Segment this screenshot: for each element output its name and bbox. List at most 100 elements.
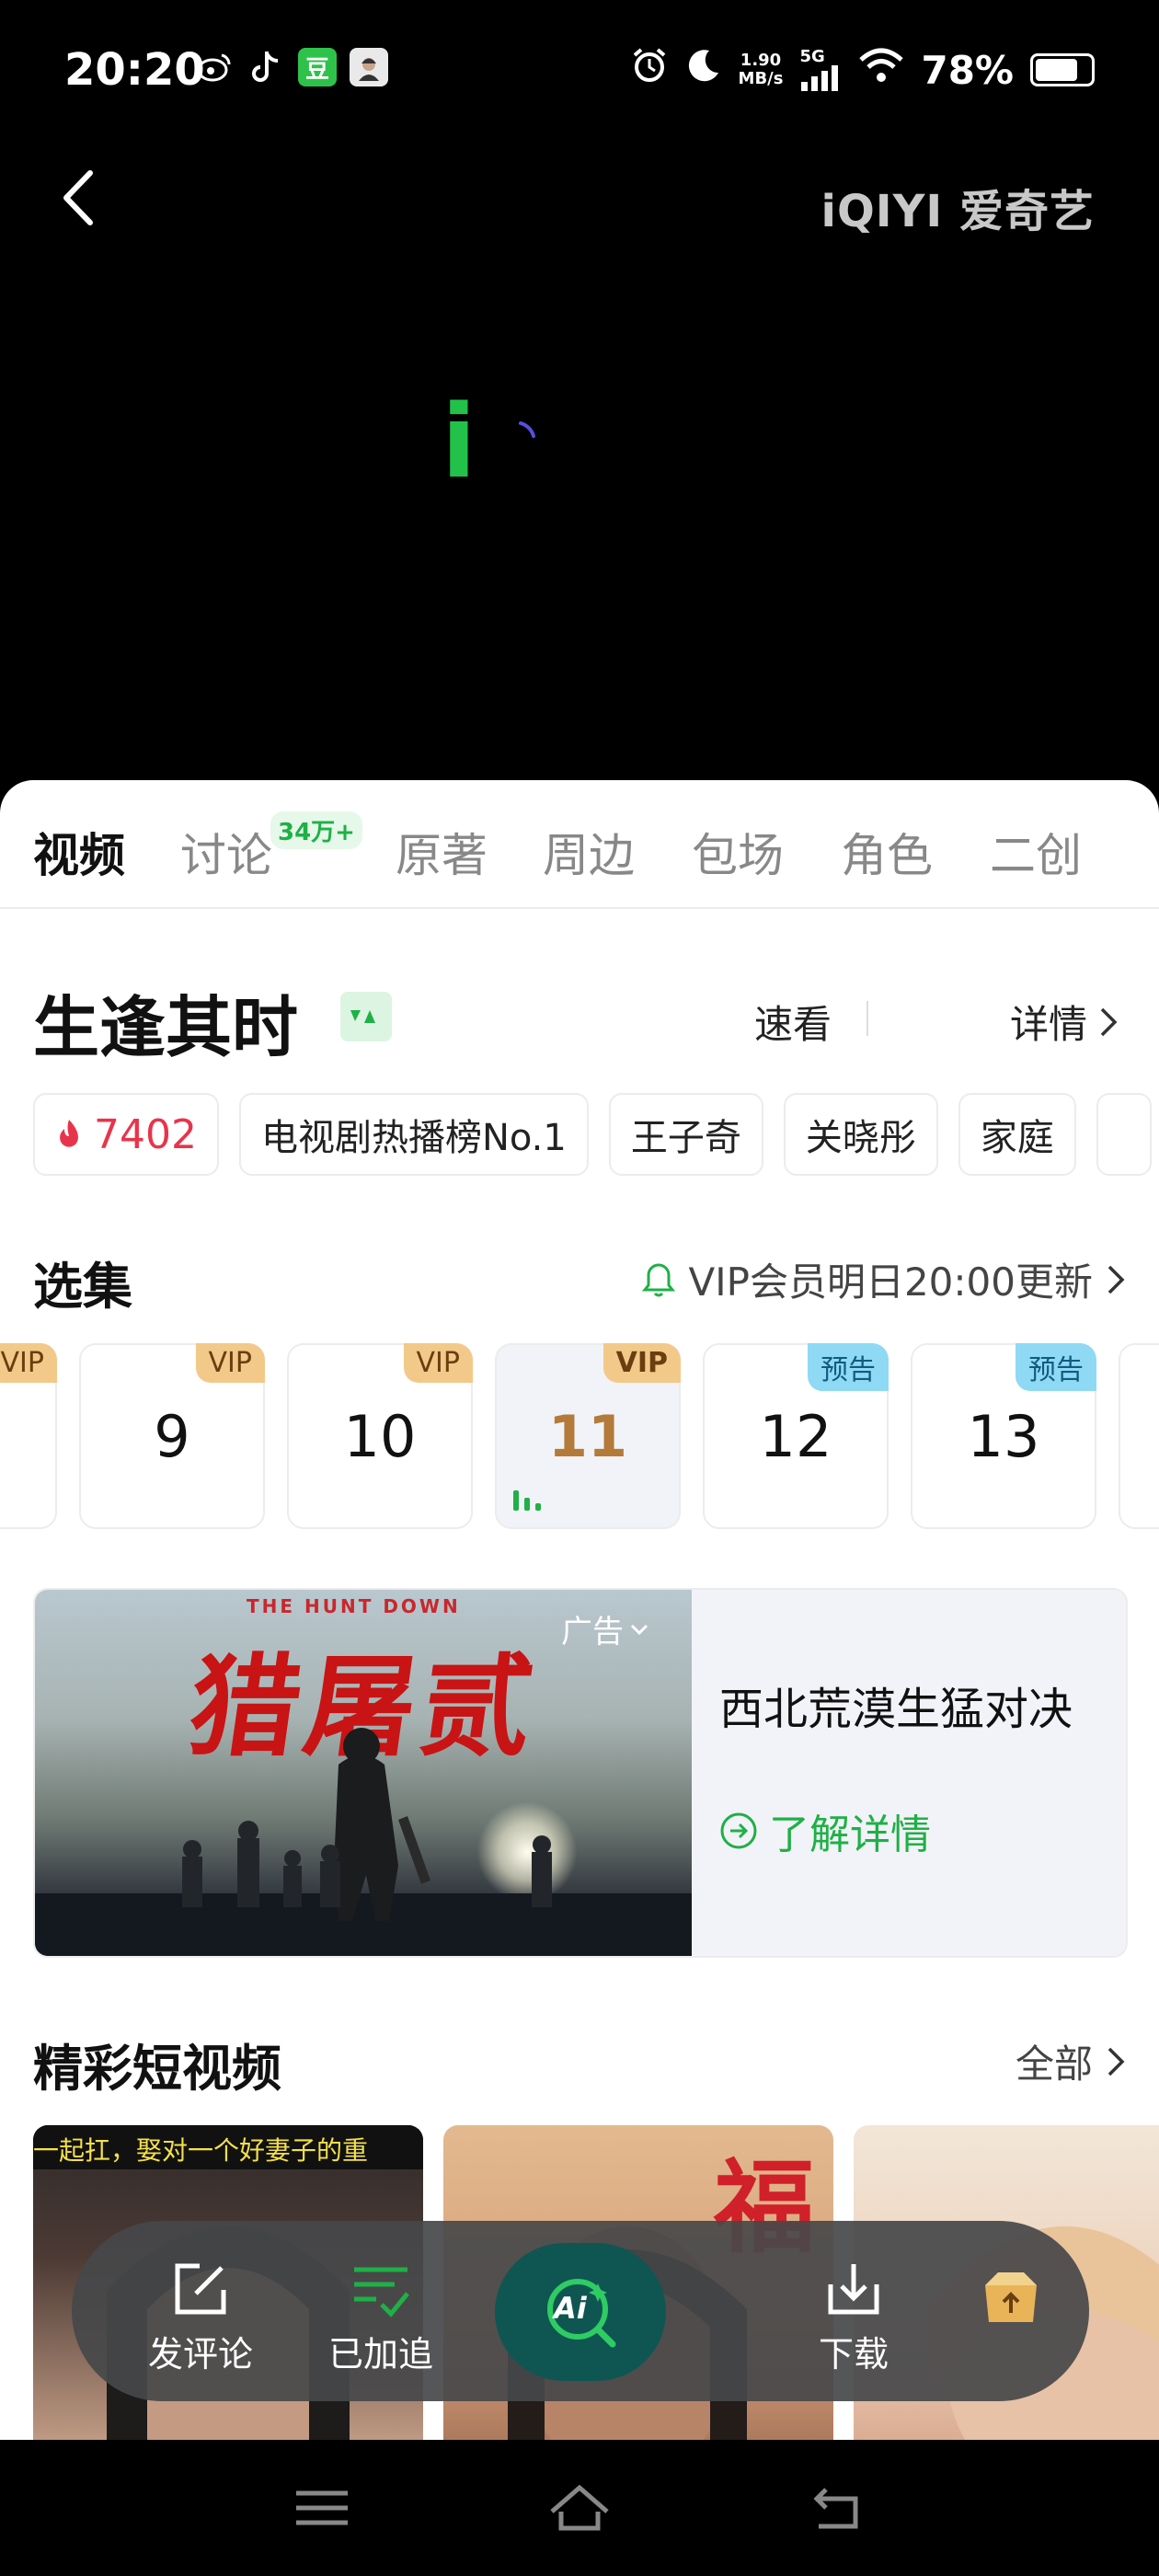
vip-badge: VIP <box>403 1343 473 1383</box>
ad-image: THE HUNT DOWN 猎屠贰 广告 <box>35 1590 692 1956</box>
tab-video[interactable]: 视频 <box>33 819 125 885</box>
system-navigation-bar <box>0 2440 1159 2576</box>
shorts-title: 精彩短视频 <box>33 2040 281 2098</box>
bell-icon <box>641 1262 675 1296</box>
video-player[interactable]: iQIYI 爱奇艺 i <box>0 138 1159 782</box>
episodes-header: 选集 VIP会员明日20:00更新 <box>33 1246 1126 1319</box>
tab-original-novel[interactable]: 原著 <box>396 819 488 885</box>
loading-indicator: i <box>442 386 561 497</box>
tiktok-icon <box>247 48 285 86</box>
added-to-watchlist-button[interactable]: 已加追 <box>307 2252 454 2376</box>
added-label: 已加追 <box>327 2334 433 2375</box>
ad-learn-more-link[interactable]: 了解详情 <box>719 1801 931 1860</box>
menu-nav-button[interactable] <box>285 2480 359 2536</box>
ad-info: 西北荒漠生猛对决 了解详情 <box>692 1590 1126 1956</box>
download-button[interactable]: 下载 <box>780 2252 927 2376</box>
tab-bar: 视频 讨论 34万+ 原著 周边 包场 角色 二创 <box>0 780 1159 909</box>
detail-sheet: 视频 讨论 34万+ 原著 周边 包场 角色 二创 生逢其时 速看 详情 740… <box>0 780 1159 2441</box>
chevron-left-icon <box>63 170 93 225</box>
header-divider <box>866 1001 868 1036</box>
status-bar: 20:20 豆 1.90 MB/s 5G 78% <box>0 0 1159 138</box>
network-speed: 1.90 MB/s <box>738 51 784 88</box>
ad-text: 西北荒漠生猛对决 <box>719 1684 1073 1735</box>
download-label: 下载 <box>818 2334 889 2375</box>
moon-icon <box>685 47 722 93</box>
alarm-icon <box>630 46 669 94</box>
heat-tag[interactable]: 7402 <box>33 1093 219 1176</box>
list-check-icon <box>354 2267 409 2317</box>
weibo-icon <box>195 48 234 86</box>
back-nav-button[interactable] <box>800 2480 874 2536</box>
home-nav-button[interactable] <box>543 2480 616 2536</box>
bottom-action-bar: 发评论 已加追 Ai 下载 <box>72 2221 1089 2401</box>
home-icon <box>550 2484 609 2531</box>
tab-fan-creations[interactable]: 二创 <box>990 819 1082 885</box>
chevron-down-icon <box>630 1624 648 1635</box>
episode-tile[interactable]: 14预告 <box>1119 1343 1159 1529</box>
tab-discussion[interactable]: 讨论 <box>180 819 272 885</box>
tag-more[interactable] <box>1096 1093 1152 1176</box>
comment-button[interactable]: 发评论 <box>127 2252 274 2376</box>
wifi-icon <box>858 47 904 93</box>
tab-characters[interactable]: 角色 <box>841 819 933 885</box>
show-header: 生逢其时 速看 详情 <box>33 973 1126 1066</box>
status-app-icons: 豆 <box>195 48 388 86</box>
avatar-app-icon <box>350 48 388 86</box>
chevron-right-icon <box>1107 1265 1125 1294</box>
battery-icon <box>1030 53 1095 86</box>
tag-row: 7402 电视剧热播榜No.1 王子奇 关晓彤 家庭 <box>33 1093 1152 1176</box>
vip-badge: VIP <box>602 1343 681 1383</box>
chevron-right-icon <box>1100 1007 1118 1036</box>
episode-tile[interactable]: 9 VIP <box>79 1343 265 1529</box>
battery-percent: 78% <box>921 47 1014 93</box>
vip-badge: VIP <box>195 1343 265 1383</box>
flame-icon <box>60 1120 78 1147</box>
episode-tile[interactable]: 12 预告 <box>703 1343 889 1529</box>
ai-label: Ai <box>554 2291 587 2326</box>
episode-tile[interactable]: 13 预告 <box>911 1343 1096 1529</box>
quick-view-link[interactable]: 速看 <box>754 994 832 1050</box>
back-button[interactable] <box>53 166 109 230</box>
discussion-count-badge: 34万+ <box>270 811 362 849</box>
episodes-title: 选集 <box>33 1258 132 1316</box>
heat-value: 7402 <box>94 1110 197 1158</box>
edit-icon <box>175 2263 226 2315</box>
ad-link-label: 了解详情 <box>769 1811 931 1858</box>
comment-label: 发评论 <box>147 2334 253 2375</box>
tag-genre[interactable]: 家庭 <box>958 1093 1076 1176</box>
gift-box-icon <box>985 2272 1037 2322</box>
arrow-circle-icon <box>720 1812 757 1849</box>
vip-badge: VIP <box>0 1343 57 1383</box>
ad-label[interactable]: 广告 <box>561 1606 649 1651</box>
download-icon <box>828 2264 879 2315</box>
tag-actor-2[interactable]: 关晓彤 <box>783 1093 938 1176</box>
tab-private-screening[interactable]: 包场 <box>692 819 784 885</box>
douban-icon: 豆 <box>298 48 337 86</box>
episode-tile[interactable]: 10 VIP <box>287 1343 473 1529</box>
now-playing-icon <box>513 1490 541 1511</box>
update-note-text: VIP会员明日20:00更新 <box>688 1259 1093 1305</box>
shorts-header: 精彩短视频 全部 <box>33 2028 1126 2101</box>
iqiyi-logo: iQIYI 爱奇艺 <box>820 186 1095 237</box>
tag-actor-1[interactable]: 王子奇 <box>608 1093 763 1176</box>
ad-card[interactable]: THE HUNT DOWN 猎屠贰 广告 西北荒漠生猛对决 了解详情 <box>33 1588 1128 1958</box>
signal-label: 5G <box>799 47 825 66</box>
tag-ranking[interactable]: 电视剧热播榜No.1 <box>238 1093 589 1176</box>
back-icon <box>813 2488 858 2529</box>
shorts-all-link[interactable]: 全部 <box>1016 2033 1126 2089</box>
exclusive-badge-icon <box>340 992 392 1041</box>
shorts-all-label: 全部 <box>1015 2041 1093 2087</box>
gift-share-button[interactable] <box>960 2261 1061 2335</box>
signal-icon: 5G <box>799 49 842 91</box>
preview-badge: 预告 <box>1016 1343 1096 1391</box>
details-label: 详情 <box>1009 1002 1087 1047</box>
tab-merch[interactable]: 周边 <box>543 819 635 885</box>
ai-assistant-button[interactable]: Ai <box>495 2243 666 2381</box>
details-link[interactable]: 详情 <box>1010 994 1119 1050</box>
update-note[interactable]: VIP会员明日20:00更新 <box>641 1251 1126 1307</box>
episode-tile-current[interactable]: 11 VIP <box>495 1343 681 1529</box>
episode-tile[interactable]: 8VIP <box>0 1343 57 1529</box>
show-title: 生逢其时 <box>33 989 299 1066</box>
menu-icon <box>296 2490 348 2525</box>
status-time: 20:20 <box>64 44 205 96</box>
